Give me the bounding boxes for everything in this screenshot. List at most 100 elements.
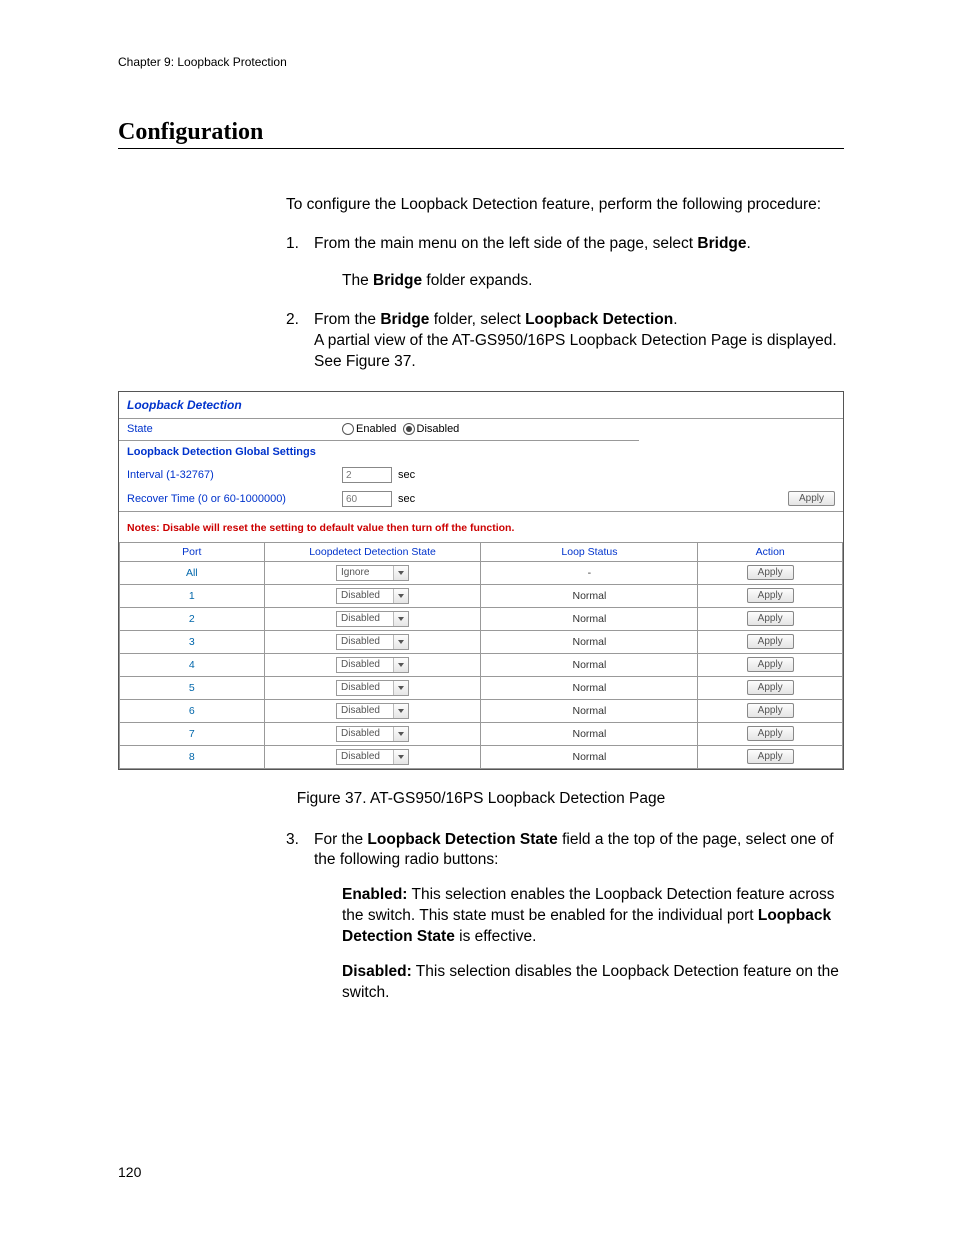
chevron-down-icon — [393, 704, 408, 718]
step1-text: From the main menu on the left side of t… — [314, 235, 697, 252]
figure-caption: Figure 37. AT-GS950/16PS Loopback Detect… — [118, 790, 844, 808]
step-number: 2. — [286, 310, 299, 331]
table-row: 7 Disabled Normal Apply — [120, 722, 843, 745]
action-cell: Apply — [698, 699, 843, 722]
enabled-radio[interactable] — [342, 423, 354, 435]
action-header: Action — [698, 542, 843, 561]
status-cell: Normal — [481, 584, 698, 607]
action-cell: Apply — [698, 745, 843, 768]
state-select[interactable]: Disabled — [336, 703, 409, 719]
status-header: Loop Status — [481, 542, 698, 561]
global-settings-label: Loopback Detection Global Settings — [127, 446, 342, 458]
table-row: 8DisabledNormalApply — [120, 745, 843, 768]
row-apply-button[interactable]: Apply — [747, 611, 794, 626]
state-select[interactable]: Disabled — [336, 726, 409, 742]
recover-label: Recover Time (0 or 60-1000000) — [127, 493, 342, 505]
interval-label: Interval (1-32767) — [127, 469, 342, 481]
figure-title: Loopback Detection — [119, 392, 843, 419]
action-cell: Apply — [698, 722, 843, 745]
chevron-down-icon — [393, 727, 408, 741]
action-cell: Apply — [698, 561, 843, 584]
table-row: 4 Disabled Normal Apply — [120, 653, 843, 676]
loopback-detection-figure: Loopback Detection State Enabled Disable… — [118, 391, 844, 770]
port-header: Port — [120, 542, 265, 561]
step-number: 3. — [286, 830, 299, 851]
state-cell: Disabled — [264, 745, 481, 768]
state-cell: Disabled — [264, 653, 481, 676]
step2-line2: A partial view of the AT-GS950/16PS Loop… — [314, 332, 837, 370]
status-cell: - — [481, 561, 698, 584]
state-select[interactable]: Disabled — [336, 657, 409, 673]
section-title: Configuration — [118, 119, 844, 149]
chevron-down-icon — [393, 681, 408, 695]
port-cell: 6 — [120, 699, 265, 722]
status-cell: Normal — [481, 699, 698, 722]
state-select[interactable]: Disabled — [336, 611, 409, 627]
intro-text: To configure the Loopback Detection feat… — [286, 195, 844, 216]
row-apply-button[interactable]: Apply — [747, 634, 794, 649]
disabled-label: Disabled — [417, 423, 460, 435]
status-cell: Normal — [481, 653, 698, 676]
status-cell: Normal — [481, 722, 698, 745]
state-header: Loopdetect Detection State — [264, 542, 481, 561]
disabled-radio[interactable] — [403, 423, 415, 435]
disable-note: Notes: Disable will reset the setting to… — [119, 511, 843, 542]
port-cell: 5 — [120, 676, 265, 699]
port-cell: 1 — [120, 584, 265, 607]
step-number: 1. — [286, 234, 299, 255]
row-apply-button[interactable]: Apply — [747, 749, 794, 764]
state-select[interactable]: Disabled — [336, 588, 409, 604]
chevron-down-icon — [393, 658, 408, 672]
table-row: 5 Disabled Normal Apply — [120, 676, 843, 699]
state-cell: Ignore — [264, 561, 481, 584]
enabled-label: Enabled — [356, 423, 396, 435]
chevron-down-icon — [393, 750, 408, 764]
action-cell: Apply — [698, 676, 843, 699]
chevron-down-icon — [393, 612, 408, 626]
action-cell: Apply — [698, 607, 843, 630]
row-apply-button[interactable]: Apply — [747, 565, 794, 580]
state-cell: Disabled — [264, 607, 481, 630]
global-apply-button[interactable]: Apply — [788, 491, 835, 506]
state-select[interactable]: Disabled — [336, 680, 409, 696]
state-select[interactable]: Disabled — [336, 634, 409, 650]
action-cell: Apply — [698, 653, 843, 676]
state-select[interactable]: Disabled — [336, 749, 409, 765]
bridge-bold: Bridge — [697, 235, 746, 252]
port-cell: 7 — [120, 722, 265, 745]
state-select[interactable]: Ignore — [336, 565, 409, 581]
action-cell: Apply — [698, 630, 843, 653]
chevron-down-icon — [393, 566, 408, 580]
recover-input[interactable]: 60 — [342, 491, 392, 507]
state-cell: Disabled — [264, 584, 481, 607]
row-apply-button[interactable]: Apply — [747, 657, 794, 672]
row-apply-button[interactable]: Apply — [747, 726, 794, 741]
interval-input[interactable]: 2 — [342, 467, 392, 483]
status-cell: Normal — [481, 607, 698, 630]
chapter-header: Chapter 9: Loopback Protection — [118, 55, 844, 69]
chevron-down-icon — [393, 635, 408, 649]
state-label: State — [127, 423, 342, 435]
state-cell: Disabled — [264, 676, 481, 699]
recover-unit: sec — [398, 493, 415, 505]
row-apply-button[interactable]: Apply — [747, 588, 794, 603]
row-apply-button[interactable]: Apply — [747, 680, 794, 695]
action-cell: Apply — [698, 584, 843, 607]
port-cell: All — [120, 561, 265, 584]
port-cell: 4 — [120, 653, 265, 676]
row-apply-button[interactable]: Apply — [747, 703, 794, 718]
state-cell: Disabled — [264, 722, 481, 745]
port-table: Port Loopdetect Detection State Loop Sta… — [119, 542, 843, 769]
port-cell: 3 — [120, 630, 265, 653]
table-row: 6 Disabled Normal Apply — [120, 699, 843, 722]
port-cell: 2 — [120, 607, 265, 630]
table-row: 2 Disabled Normal Apply — [120, 607, 843, 630]
status-cell: Normal — [481, 745, 698, 768]
page-number: 120 — [118, 1164, 141, 1180]
state-cell: Disabled — [264, 699, 481, 722]
chevron-down-icon — [393, 589, 408, 603]
status-cell: Normal — [481, 676, 698, 699]
interval-unit: sec — [398, 469, 415, 481]
state-cell: Disabled — [264, 630, 481, 653]
table-row: 1 Disabled Normal Apply — [120, 584, 843, 607]
